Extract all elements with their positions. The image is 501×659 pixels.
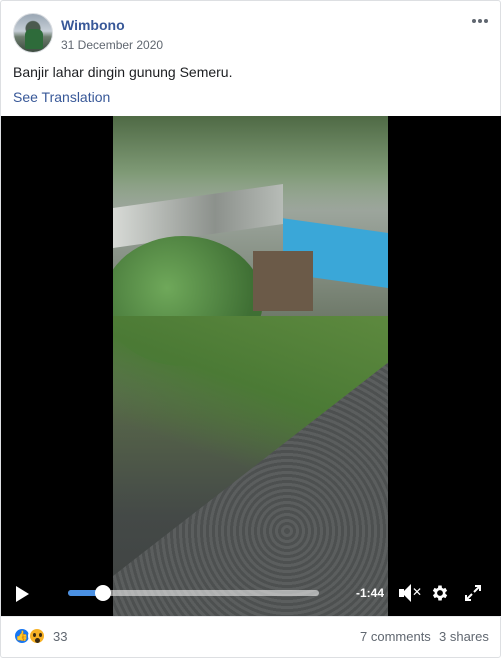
video-controls: -1:44 ✕ (1, 576, 501, 616)
post-header: Wimbono 31 December 2020 (13, 13, 490, 53)
fullscreen-icon[interactable] (464, 584, 482, 602)
volume-muted-icon[interactable]: ✕ (399, 584, 422, 602)
video-frame[interactable] (113, 116, 388, 616)
gear-icon[interactable] (430, 583, 450, 603)
comments-count[interactable]: 7 comments (360, 629, 431, 644)
play-icon[interactable] (16, 586, 29, 602)
post-card: Wimbono 31 December 2020 Banjir lahar di… (0, 0, 501, 658)
progress-bar[interactable] (68, 585, 319, 601)
post-footer: 👍 33 7 comments 3 shares (1, 616, 501, 659)
wow-reaction-icon[interactable] (28, 627, 46, 645)
time-remaining: -1:44 (356, 586, 385, 600)
see-translation-link[interactable]: See Translation (13, 89, 110, 105)
video-player[interactable]: -1:44 ✕ (1, 116, 501, 616)
progress-handle[interactable] (95, 585, 112, 601)
more-options-icon[interactable] (470, 13, 490, 29)
avatar[interactable] (13, 13, 53, 53)
post-caption: Banjir lahar dingin gunung Semeru. (13, 64, 233, 80)
post-date[interactable]: 31 December 2020 (61, 38, 163, 52)
reaction-count[interactable]: 33 (53, 629, 67, 644)
shares-count[interactable]: 3 shares (439, 629, 489, 644)
author-name[interactable]: Wimbono (61, 17, 125, 33)
